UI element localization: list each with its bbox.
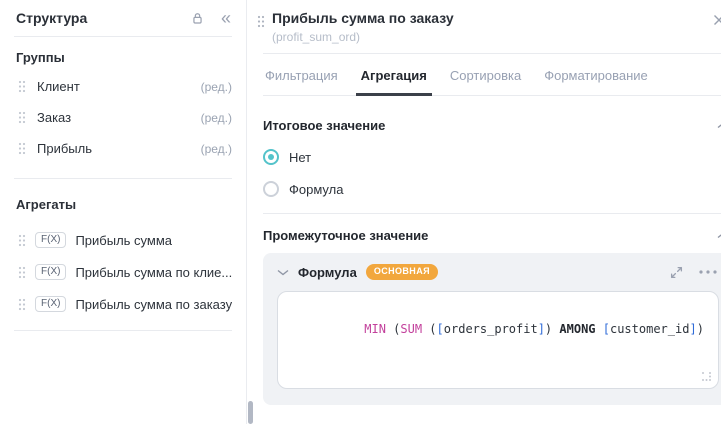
chevron-up-icon[interactable] [717, 122, 721, 129]
close-icon[interactable] [713, 14, 721, 26]
aggregate-item[interactable]: F(X) Прибыль сумма [0, 224, 246, 256]
drag-handle-icon[interactable] [18, 266, 26, 279]
radio-label: Нет [289, 149, 312, 165]
chevron-up-icon[interactable] [717, 232, 721, 239]
formula-card-title: Формула [298, 264, 357, 280]
resize-grip-icon[interactable] [701, 372, 711, 381]
sidebar-header: Структура « [0, 0, 246, 36]
expand-icon[interactable] [669, 265, 684, 280]
sidebar-title: Структура [16, 10, 88, 26]
formula-code: MIN (SUM ([orders_profit]) AMONG [custom… [364, 322, 704, 337]
drag-handle-icon[interactable] [257, 15, 265, 28]
drag-handle-icon[interactable] [18, 234, 26, 247]
panel-header: Прибыль сумма по заказу (profit_sum_ord) [247, 0, 721, 53]
formula-card-actions [669, 265, 719, 280]
intermediate-value-section-header: Промежуточное значение [263, 214, 721, 243]
total-value-options: Нет Формула [263, 149, 721, 197]
field-source-name: (profit_sum_ord) [272, 30, 361, 44]
groups-heading: Группы [16, 50, 65, 65]
radio-selected-icon[interactable] [263, 149, 279, 165]
group-item[interactable]: Прибыль (ред.) [0, 133, 246, 164]
dataset-field-editor: Структура « Группы Клиент (ред.) Заказ (… [0, 0, 721, 424]
structure-sidebar: Структура « Группы Клиент (ред.) Заказ (… [0, 0, 247, 424]
group-item[interactable]: Клиент (ред.) [0, 71, 246, 102]
radio-option-formula[interactable]: Формула [263, 181, 721, 197]
aggregates-list: F(X) Прибыль сумма F(X) Прибыль сумма по… [0, 224, 246, 320]
panel-content: Итоговое значение Нет Формула Промежуточ… [247, 96, 721, 424]
tab-sorting[interactable]: Сортировка [448, 54, 523, 95]
radio-label: Формула [289, 181, 344, 197]
group-item-label: Заказ [37, 110, 72, 125]
aggregate-item-label: Прибыль сумма по клие... [75, 264, 232, 280]
lock-icon[interactable] [190, 11, 205, 26]
aggregate-item-label: Прибыль сумма по заказу [75, 296, 232, 312]
drag-handle-icon[interactable] [18, 111, 26, 124]
tab-aggregation[interactable]: Агрегация [355, 54, 433, 96]
divider [14, 330, 232, 331]
aggregates-heading: Агрегаты [16, 197, 77, 212]
tab-filtering[interactable]: Фильтрация [263, 54, 340, 95]
aggregate-item[interactable]: F(X) Прибыль сумма по клие... [0, 256, 246, 288]
formula-badge: F(X) [35, 232, 67, 248]
more-options-icon[interactable] [699, 270, 717, 274]
edit-hint[interactable]: (ред.) [201, 142, 232, 156]
total-value-heading: Итоговое значение [263, 118, 386, 133]
group-item-label: Клиент [37, 79, 80, 94]
total-value-section-header: Итоговое значение [263, 96, 721, 133]
collapse-sidebar-icon[interactable]: « [221, 9, 231, 27]
drag-handle-icon[interactable] [18, 298, 26, 311]
field-title: Прибыль сумма по заказу [272, 10, 454, 26]
field-settings-panel: Прибыль сумма по заказу (profit_sum_ord)… [247, 0, 721, 424]
formula-badge: F(X) [35, 296, 67, 312]
groups-list: Клиент (ред.) Заказ (ред.) Прибыль (ред.… [0, 71, 246, 164]
drag-handle-icon[interactable] [18, 142, 26, 155]
radio-option-none[interactable]: Нет [263, 149, 721, 165]
scrollbar-thumb[interactable] [248, 401, 253, 424]
group-item-label: Прибыль [37, 141, 92, 156]
formula-code-editor[interactable]: MIN (SUM ([orders_profit]) AMONG [custom… [277, 291, 719, 389]
formula-card: Формула ОСНОВНАЯ MIN (SUM ([orders_profi… [263, 253, 721, 405]
chevron-down-icon[interactable] [277, 269, 289, 276]
radio-unselected-icon[interactable] [263, 181, 279, 197]
edit-hint[interactable]: (ред.) [201, 80, 232, 94]
edit-hint[interactable]: (ред.) [201, 111, 232, 125]
formula-card-header: Формула ОСНОВНАЯ [263, 253, 721, 289]
drag-handle-icon[interactable] [18, 80, 26, 93]
group-item[interactable]: Заказ (ред.) [0, 102, 246, 133]
aggregate-item-label: Прибыль сумма [75, 232, 173, 248]
main-formula-badge: ОСНОВНАЯ [365, 264, 438, 280]
panel-titles: Прибыль сумма по заказу (profit_sum_ord) [272, 10, 706, 44]
aggregate-item[interactable]: F(X) Прибыль сумма по заказу [0, 288, 246, 320]
tab-formatting[interactable]: Форматирование [542, 54, 650, 95]
settings-tabs: Фильтрация Агрегация Сортировка Форматир… [263, 54, 721, 96]
intermediate-value-heading: Промежуточное значение [263, 228, 429, 243]
formula-badge: F(X) [35, 264, 67, 280]
